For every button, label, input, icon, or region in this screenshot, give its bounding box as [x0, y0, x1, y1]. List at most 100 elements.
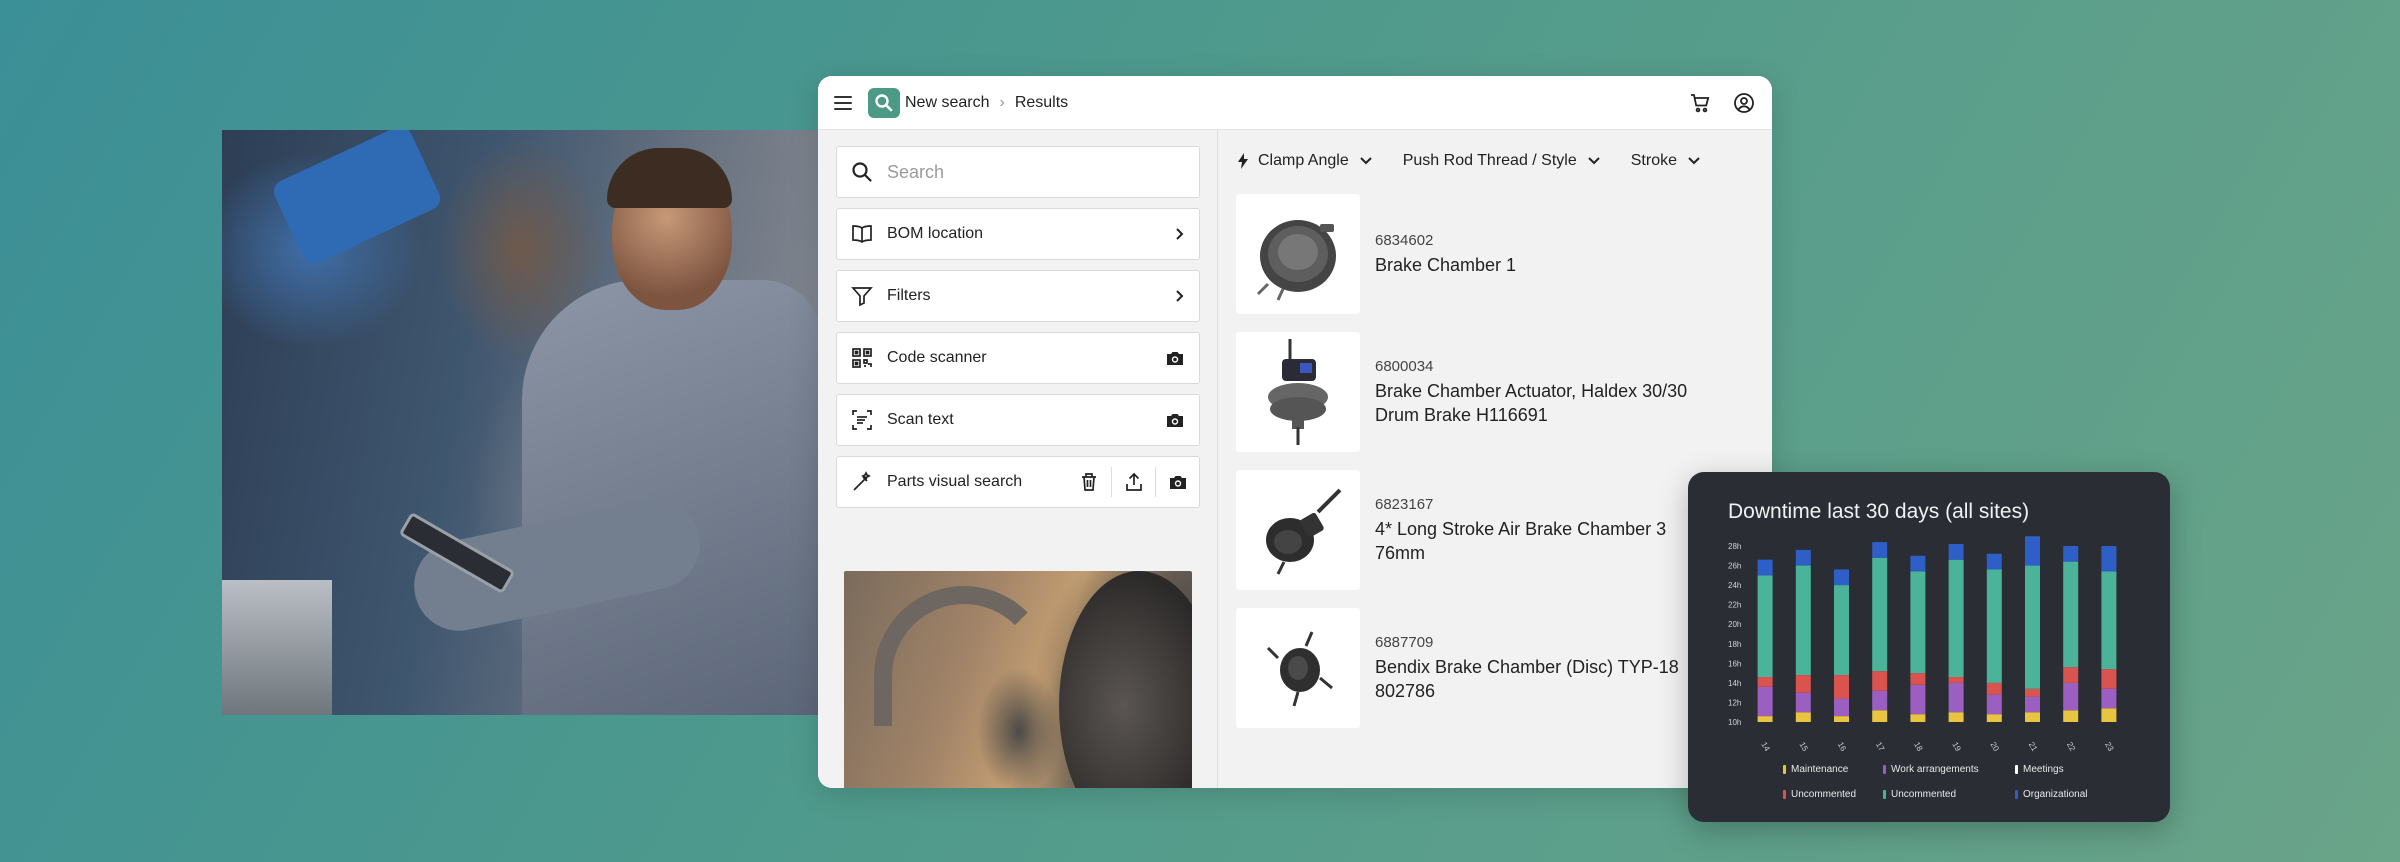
- part-name-line: Brake Chamber Actuator, Haldex 30/30: [1375, 380, 1688, 401]
- legend-swatch: [2015, 790, 2018, 799]
- parts-visual-search-item[interactable]: Parts visual search: [836, 456, 1200, 508]
- bar-segment: [1872, 557, 1888, 672]
- legend-label: Organizational: [2023, 789, 2088, 800]
- part-number: 6800034: [1375, 357, 1434, 375]
- y-tick-label: 28h: [1728, 542, 1741, 551]
- bar-segment: [1834, 569, 1849, 586]
- bar-segment: [1948, 677, 1964, 683]
- bom-location-item[interactable]: BOM location: [836, 208, 1200, 260]
- chevron-down-icon: [1688, 157, 1700, 165]
- filter-chip-label: Stroke: [1630, 152, 1677, 169]
- chevron-right-icon: [1176, 290, 1184, 302]
- bar-segment: [1795, 549, 1811, 566]
- part-name-line: 4* Long Stroke Air Brake Chamber 3: [1375, 518, 1667, 539]
- legend-item: Maintenance: [1783, 764, 1883, 775]
- x-tick-label: 20: [1989, 741, 2002, 754]
- code-scanner-item[interactable]: Code scanner: [836, 332, 1200, 384]
- bar-segment: [1986, 553, 2002, 570]
- bar-segment: [1986, 714, 2002, 722]
- pipe-shape: [874, 586, 1054, 726]
- filters-label: Filters: [887, 287, 931, 304]
- bar-segment: [1948, 712, 1964, 722]
- search-input-box[interactable]: Search: [836, 146, 1200, 198]
- filter-chip-label: Push Rod Thread / Style: [1402, 152, 1577, 169]
- breadcrumb-new-search[interactable]: New search: [905, 94, 989, 112]
- result-item[interactable]: 6800034 Brake Chamber Actuator, Haldex 3…: [1236, 332, 1756, 452]
- bar-segment: [1910, 571, 1926, 674]
- bar-segment: [1872, 690, 1888, 711]
- magic-wand-icon: [853, 471, 871, 491]
- legend-swatch: [2015, 765, 2018, 774]
- legend-label: Work arrangements: [1891, 764, 1979, 775]
- scan-text-item[interactable]: Scan text: [836, 394, 1200, 446]
- filter-chip-stroke[interactable]: Stroke: [1631, 152, 1701, 170]
- y-tick-label: 16h: [1728, 659, 1741, 668]
- bar-segment: [2025, 565, 2040, 689]
- bar-segment: [1986, 569, 2002, 683]
- filter-chip-push-rod-thread[interactable]: Push Rod Thread / Style: [1403, 152, 1601, 170]
- technician-body: [522, 280, 822, 715]
- delete-image-button[interactable]: [1067, 467, 1111, 497]
- bar-segment: [1834, 585, 1849, 676]
- legend-label: Meetings: [2023, 764, 2064, 775]
- bar-segment: [1872, 671, 1888, 691]
- scan-text-label: Scan text: [887, 411, 954, 428]
- machine-part: [270, 130, 444, 268]
- part-name[interactable]: Brake Chamber Actuator, Haldex 30/30 Dru…: [1375, 379, 1687, 427]
- part-name[interactable]: Brake Chamber 1: [1375, 253, 1516, 277]
- bar-segment: [1910, 555, 1926, 572]
- result-item[interactable]: 6823167 4* Long Stroke Air Brake Chamber…: [1236, 470, 1756, 590]
- bar-segment: [1948, 544, 1964, 560]
- bar-segment: [2025, 688, 2040, 697]
- result-item[interactable]: 6834602 Brake Chamber 1: [1236, 194, 1756, 314]
- cart-icon[interactable]: [1688, 91, 1712, 115]
- y-tick-label: 24h: [1728, 581, 1741, 590]
- part-name[interactable]: Bendix Brake Chamber (Disc) TYP-18 80278…: [1375, 655, 1679, 703]
- bar-segment: [1834, 675, 1849, 699]
- camera-icon[interactable]: [1165, 349, 1185, 367]
- x-tick-label: 14: [1759, 741, 1772, 754]
- x-tick-label: 21: [2027, 741, 2040, 754]
- part-name[interactable]: 4* Long Stroke Air Brake Chamber 3 76mm: [1375, 517, 1666, 565]
- legend-label: Maintenance: [1791, 764, 1849, 775]
- part-number: 6834602: [1375, 231, 1434, 249]
- filter-chip-clamp-angle[interactable]: Clamp Angle: [1236, 152, 1373, 170]
- take-photo-button[interactable]: [1155, 467, 1199, 497]
- bar-segment: [2101, 546, 2117, 572]
- user-account-icon[interactable]: [1732, 91, 1756, 115]
- part-name-line: 76mm: [1375, 542, 1426, 563]
- bar-segment: [1910, 673, 1926, 685]
- breadcrumb-separator-icon: ›: [999, 93, 1005, 111]
- result-item[interactable]: 6887709 Bendix Brake Chamber (Disc) TYP-…: [1236, 608, 1756, 728]
- bar-segment: [2025, 712, 2040, 722]
- part-number: 6823167: [1375, 495, 1434, 513]
- part-thumbnail: [1236, 470, 1360, 590]
- bar-segment: [1986, 682, 2002, 695]
- code-scanner-label: Code scanner: [887, 349, 987, 366]
- y-tick-label: 14h: [1728, 679, 1741, 688]
- x-tick-label: 15: [1798, 741, 1811, 754]
- book-icon: [852, 225, 872, 244]
- bar-segment: [2025, 696, 2040, 713]
- lightning-icon: [1238, 153, 1248, 169]
- x-tick-label: 19: [1950, 741, 1963, 754]
- search-input[interactable]: Search: [887, 162, 1185, 183]
- part-name-line: 802786: [1375, 680, 1436, 701]
- search-logo-icon[interactable]: [868, 87, 900, 118]
- bar-segment: [2063, 667, 2079, 683]
- bar-segment: [1910, 684, 1926, 715]
- legend-item: Meetings: [2015, 764, 2105, 775]
- y-tick-label: 26h: [1728, 562, 1741, 571]
- camera-icon[interactable]: [1165, 411, 1185, 429]
- qr-code-icon: [852, 348, 872, 368]
- menu-icon[interactable]: [834, 95, 852, 110]
- bar-segment: [2063, 546, 2079, 562]
- hero-photo-technician: [222, 130, 822, 715]
- upload-image-button[interactable]: [1111, 467, 1155, 497]
- bar-segment: [1834, 698, 1849, 717]
- part-name-line: Drum Brake H116691: [1375, 404, 1548, 425]
- y-tick-label: 20h: [1728, 620, 1741, 629]
- bar-segment: [2101, 688, 2117, 709]
- y-tick-label: 10h: [1728, 718, 1741, 727]
- filters-item[interactable]: Filters: [836, 270, 1200, 322]
